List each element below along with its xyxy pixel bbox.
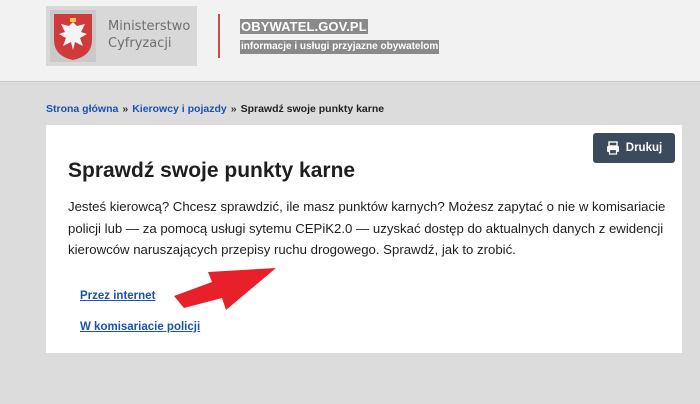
breadcrumb-category-link[interactable]: Kierowcy i pojazdy — [132, 103, 227, 115]
portal-name[interactable]: OBYWATEL.GOV.PL — [240, 19, 368, 34]
page-title: Sprawdź swoje punkty karne — [68, 159, 356, 182]
option-online-link[interactable]: Przez internet — [80, 290, 155, 302]
print-button-label: Drukuj — [625, 142, 663, 154]
portal-brand[interactable]: OBYWATEL.GOV.PL informacje i usługi przy… — [240, 18, 440, 54]
intro-paragraph: Jesteś kierowcą? Chcesz sprawdzić, ile m… — [68, 199, 666, 257]
breadcrumb-home-link[interactable]: Strona główna — [46, 103, 118, 115]
breadcrumb: Strona główna» Kierowcy i pojazdy» Sprawdź… — [46, 103, 384, 115]
printer-icon — [606, 141, 619, 155]
ministry-name: Ministerstwo Cyfryzacji — [108, 18, 198, 52]
content-card: Drukuj Sprawdź swoje punkty karne Jesteś… — [46, 125, 682, 353]
ministry-logo[interactable]: Ministerstwo Cyfryzacji — [46, 6, 197, 66]
site-header: Ministerstwo Cyfryzacji OBYWATEL.GOV.PL … — [0, 0, 700, 82]
polish-eagle-icon — [50, 10, 96, 62]
breadcrumb-separator: » — [230, 103, 237, 115]
ministry-name-line1: Ministerstwo — [108, 19, 191, 34]
breadcrumb-separator: » — [122, 103, 129, 115]
option-police-station-link[interactable]: W komisariacie policji — [80, 321, 200, 333]
portal-tagline: informacje i usługi przyjazne obywatelom — [240, 40, 440, 54]
breadcrumb-current: Sprawdź swoje punkty karne — [240, 103, 385, 115]
print-button[interactable]: Drukuj — [593, 133, 675, 163]
ministry-name-line2: Cyfryzacji — [108, 36, 172, 51]
header-divider — [218, 14, 220, 58]
annotation-arrow-icon — [174, 268, 276, 310]
